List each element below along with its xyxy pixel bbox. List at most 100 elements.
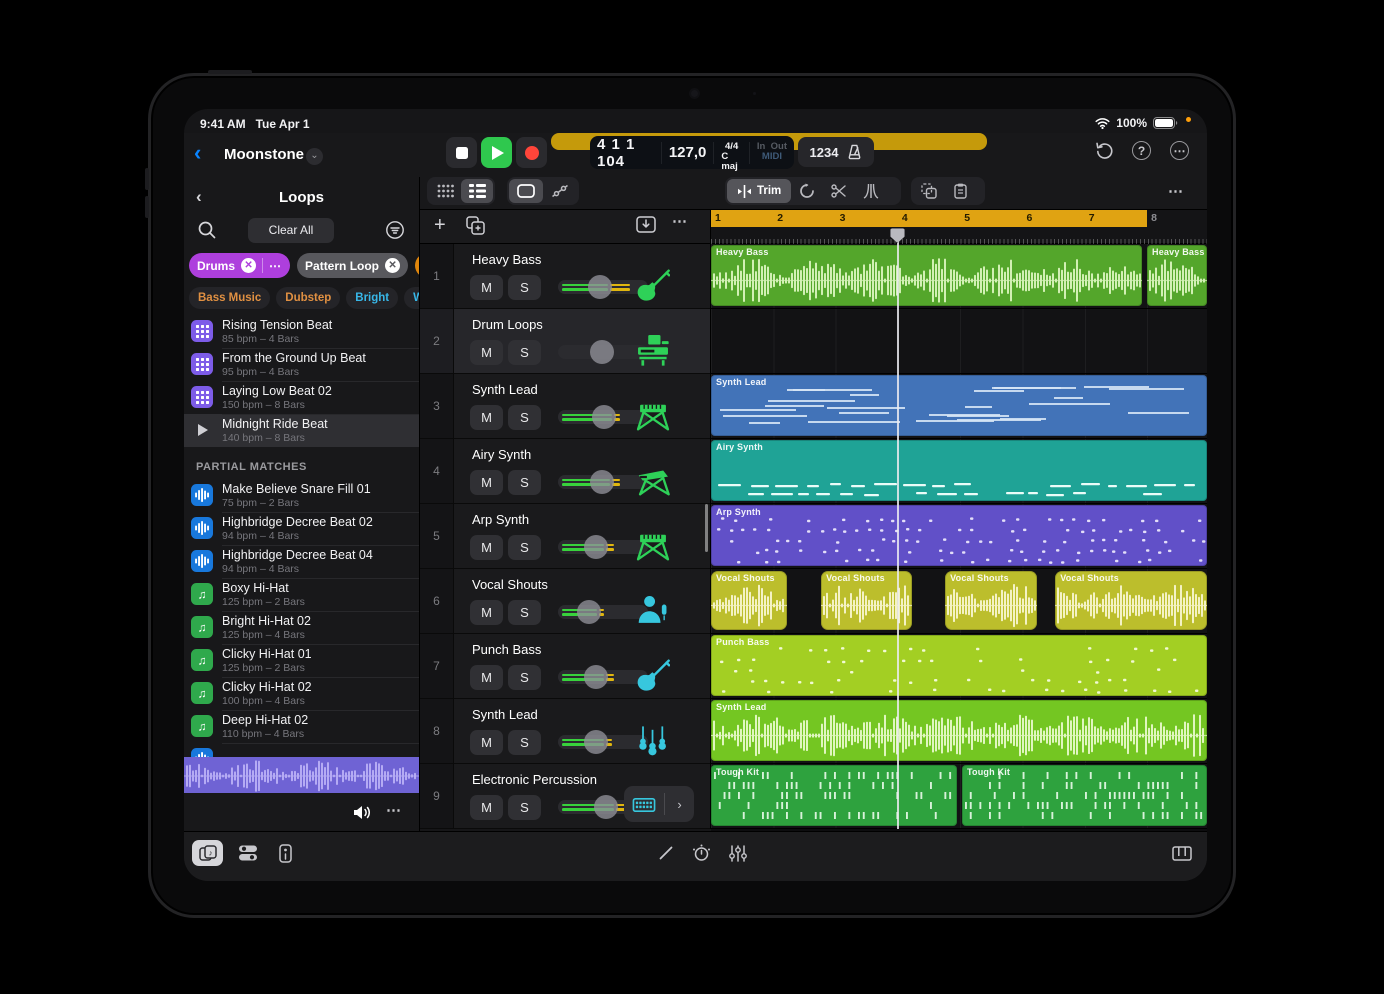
mute-button[interactable]: M <box>470 665 503 690</box>
mute-button[interactable]: M <box>470 795 503 820</box>
slider-knob[interactable] <box>592 405 616 429</box>
bar-ruler[interactable]: 12345678 <box>711 210 1207 244</box>
track-scrollbar[interactable] <box>705 504 708 552</box>
tempo-tool-button[interactable] <box>686 840 717 866</box>
grid-view-button[interactable] <box>429 179 461 203</box>
track-lane[interactable]: Heavy BassHeavy Bass <box>711 244 1207 309</box>
track-lane[interactable]: Vocal ShoutsVocal ShoutsVocal ShoutsVoca… <box>711 569 1207 634</box>
slider-knob[interactable] <box>577 600 601 624</box>
region[interactable]: Vocal Shouts <box>711 571 787 630</box>
track-name[interactable]: Synth Lead <box>472 707 538 722</box>
help-button[interactable]: ? <box>1132 141 1154 163</box>
bass-icon[interactable] <box>636 268 670 302</box>
import-track-button[interactable] <box>636 216 658 238</box>
track-list-more-button[interactable]: ⋯ <box>672 212 694 234</box>
play-button[interactable] <box>481 137 512 168</box>
paste-button[interactable] <box>945 179 977 203</box>
loop-list-item[interactable]: Highbridge Decree Beat 02 94 bpm – 4 Bar… <box>184 512 419 545</box>
more-options-button[interactable]: ⋯ <box>1170 141 1192 163</box>
loop-list-item[interactable]: Highbridge Decree Beat 04 94 bpm – 4 Bar… <box>184 545 419 578</box>
copy-button[interactable] <box>913 179 945 203</box>
slider-knob[interactable] <box>588 275 612 299</box>
loop-list-item[interactable]: ♫ Clicky Hi-Hat 01 125 bpm – 2 Bars <box>184 644 419 677</box>
solo-button[interactable]: S <box>508 730 541 755</box>
volume-slider[interactable] <box>558 475 648 489</box>
solo-button[interactable]: S <box>508 600 541 625</box>
region[interactable]: Punch Bass <box>711 635 1207 696</box>
remove-chip-icon[interactable]: ✕ <box>385 258 400 273</box>
region[interactable]: Arp Synth <box>711 505 1207 566</box>
solo-button[interactable]: S <box>508 340 541 365</box>
track-header[interactable]: 8 Synth Lead M S <box>420 699 710 764</box>
loop-list-item[interactable]: ♫ Clicky Hi-Hat 02 100 bpm – 4 Bars <box>184 677 419 710</box>
region[interactable]: Tough Kit <box>962 765 1207 826</box>
list-view-button[interactable] <box>461 179 493 203</box>
speaker-icon[interactable] <box>352 804 372 821</box>
track-name[interactable]: Vocal Shouts <box>472 577 548 592</box>
solo-button[interactable]: S <box>508 275 541 300</box>
track-lane[interactable]: Punch Bass <box>711 634 1207 699</box>
slider-knob[interactable] <box>590 340 614 364</box>
mute-button[interactable]: M <box>470 730 503 755</box>
region[interactable]: Vocal Shouts <box>945 571 1037 630</box>
track-header[interactable]: 9 Electronic Percussion M S › <box>420 764 710 829</box>
track-name[interactable]: Synth Lead <box>472 382 538 397</box>
solo-button[interactable]: S <box>508 405 541 430</box>
remove-chip-icon[interactable]: ✕ <box>241 258 256 273</box>
preview-more-button[interactable]: ⋯ <box>386 801 402 819</box>
faders-button[interactable] <box>722 840 753 866</box>
volume-slider[interactable] <box>558 735 648 749</box>
track-lane[interactable]: Airy Synth <box>711 439 1207 504</box>
region[interactable]: Synth Lead <box>711 700 1207 761</box>
track-lane[interactable]: Arp Synth <box>711 504 1207 569</box>
track-name[interactable]: Electronic Percussion <box>472 772 597 787</box>
filter-icon[interactable] <box>385 220 405 240</box>
keyboard-toggle-button[interactable] <box>1166 840 1197 866</box>
volume-slider[interactable] <box>558 345 648 359</box>
bass-icon[interactable] <box>636 658 670 692</box>
count-in-control[interactable]: 1234 <box>798 137 874 167</box>
slider-knob[interactable] <box>584 665 608 689</box>
mute-button[interactable]: M <box>470 470 503 495</box>
tag-suggestion[interactable]: Bass Music <box>189 287 270 309</box>
track-name[interactable]: Airy Synth <box>472 447 531 462</box>
playhead[interactable] <box>897 228 899 829</box>
mute-button[interactable]: M <box>470 600 503 625</box>
mute-button[interactable]: M <box>470 535 503 560</box>
strings-icon[interactable] <box>636 723 670 757</box>
slider-knob[interactable] <box>584 730 608 754</box>
browser-toggle-button[interactable]: ♪ <box>192 840 223 866</box>
stop-button[interactable] <box>446 137 477 168</box>
synth-flat-icon[interactable] <box>636 463 670 497</box>
mute-button[interactable]: M <box>470 275 503 300</box>
duplicate-track-button[interactable] <box>466 216 488 238</box>
search-icon[interactable] <box>197 220 217 240</box>
volume-slider[interactable] <box>558 280 648 294</box>
plugins-toggle-button[interactable] <box>270 840 301 866</box>
loop-list-item[interactable]: ♫ Deep Hi-Hat 02 110 bpm – 4 Bars <box>184 710 419 743</box>
slider-knob[interactable] <box>594 795 618 819</box>
track-lane[interactable] <box>711 309 1207 374</box>
lcd-display[interactable]: 4 1 1 104 127,0 4/4 C maj In Out MIDI <box>590 136 794 169</box>
project-menu-chevron-icon[interactable]: ⌄ <box>306 148 323 165</box>
track-lane[interactable]: Tough KitTough Kit <box>711 764 1207 829</box>
track-name[interactable]: Heavy Bass <box>472 252 541 267</box>
trim-tool-button[interactable]: Trim <box>727 179 791 203</box>
volume-slider[interactable] <box>558 540 648 554</box>
track-header[interactable]: 3 Synth Lead M S <box>420 374 710 439</box>
region[interactable]: Heavy Bass <box>1147 245 1207 306</box>
track-name[interactable]: Punch Bass <box>472 642 541 657</box>
drum-machine-icon[interactable] <box>636 333 670 367</box>
loop-list-item[interactable]: Rising Tension Beat 85 bpm – 4 Bars <box>184 315 419 348</box>
track-header[interactable]: 4 Airy Synth M S <box>420 439 710 504</box>
split-tool-button[interactable] <box>823 179 855 203</box>
loop-list-item[interactable]: Make Believe Snare Fill 01 75 bpm – 2 Ba… <box>184 479 419 512</box>
track-header[interactable]: 2 Drum Loops M S <box>420 309 710 374</box>
loop-list-item[interactable]: ♫ Boxy Hi-Hat 125 bpm – 2 Bars <box>184 578 419 611</box>
track-lane[interactable]: Synth Lead <box>711 699 1207 764</box>
arrange-more-button[interactable]: ⋯ <box>1168 182 1183 200</box>
solo-button[interactable]: S <box>508 665 541 690</box>
track-name[interactable]: Arp Synth <box>472 512 529 527</box>
loop-list-item[interactable] <box>184 743 419 757</box>
loop-list-item[interactable]: Midnight Ride Beat 140 bpm – 8 Bars <box>184 414 419 447</box>
